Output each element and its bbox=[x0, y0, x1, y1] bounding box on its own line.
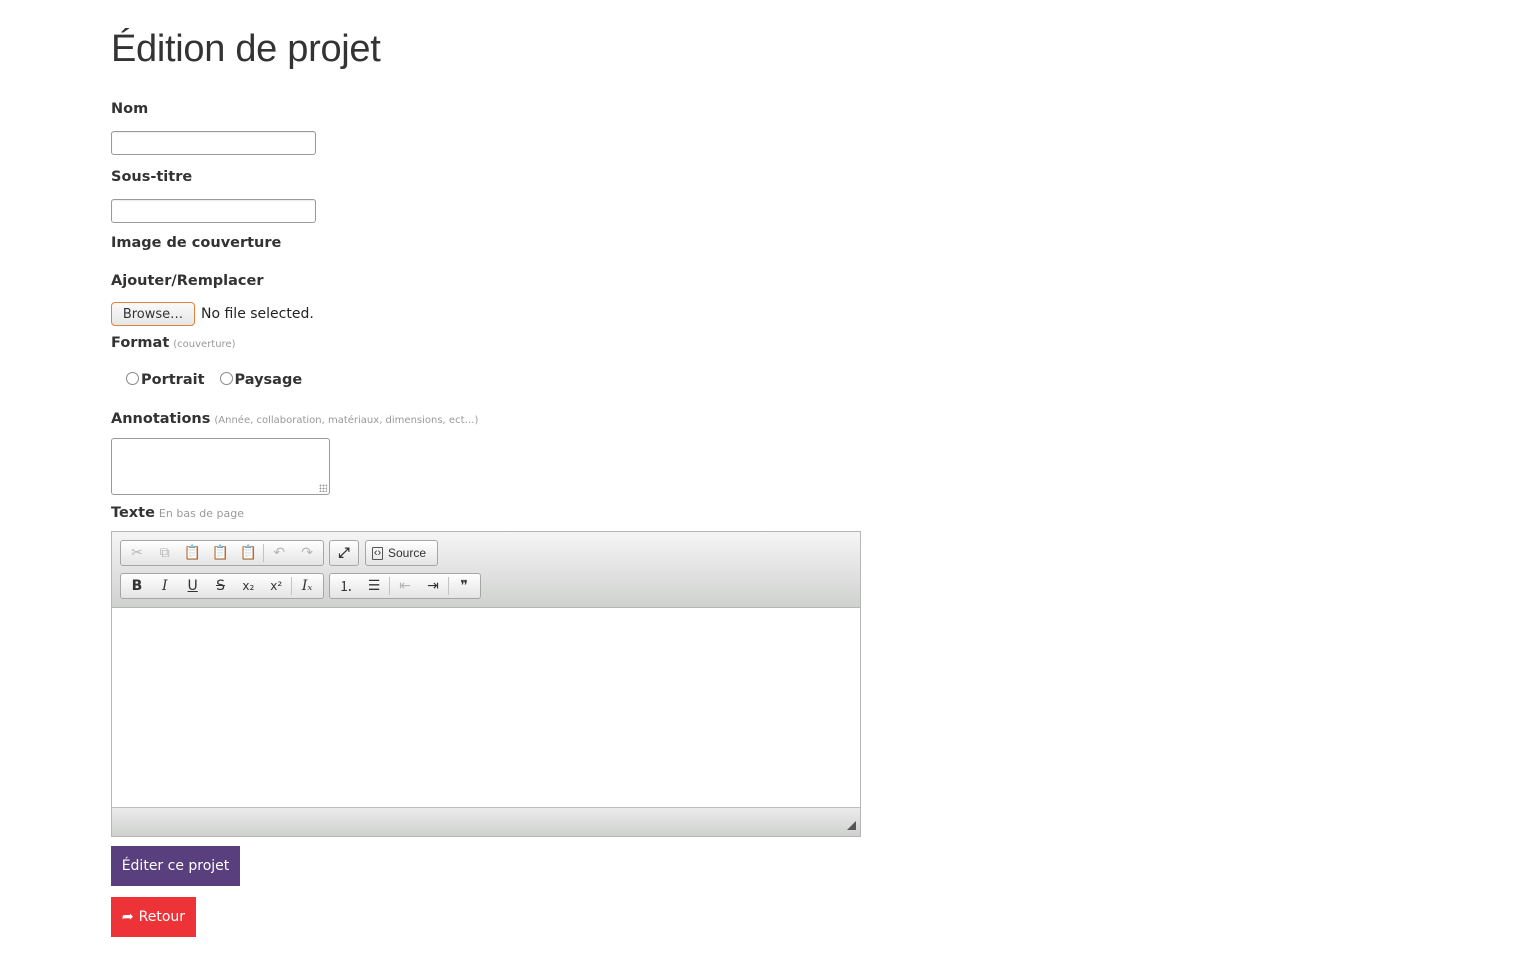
paysage-label[interactable]: Paysage bbox=[235, 372, 303, 388]
portrait-radio[interactable] bbox=[126, 372, 139, 385]
annotations-label-text: Annotations bbox=[111, 411, 211, 427]
undo-icon[interactable]: ↶ bbox=[265, 542, 293, 564]
copy-icon[interactable]: ⧉ bbox=[151, 542, 179, 564]
texte-label-text: Texte bbox=[111, 505, 155, 521]
redo-icon[interactable]: ↷ bbox=[293, 542, 321, 564]
maximize-icon[interactable]: ⤢ bbox=[330, 542, 358, 564]
format-radio-group: Portrait Paysage bbox=[126, 372, 317, 388]
annotations-label: Annotations (Année, collaboration, matéri… bbox=[111, 411, 478, 427]
nom-label: Nom bbox=[111, 101, 149, 117]
format-hint: (couverture) bbox=[173, 339, 236, 350]
underline-icon[interactable]: U bbox=[179, 575, 207, 597]
annotations-textarea[interactable] bbox=[111, 438, 330, 495]
numbered-list-icon[interactable]: ⒈ bbox=[332, 575, 360, 597]
texte-label: Texte En bas de page bbox=[111, 505, 244, 521]
toolbar-separator bbox=[263, 544, 265, 562]
share-arrow-icon: ➦ bbox=[121, 909, 134, 925]
source-button[interactable]: ‹› Source bbox=[366, 546, 432, 560]
blockquote-icon[interactable]: ❞ bbox=[450, 575, 478, 597]
source-icon: ‹› bbox=[372, 546, 383, 560]
back-button[interactable]: ➦ Retour bbox=[111, 897, 196, 937]
italic-icon[interactable]: I bbox=[151, 575, 179, 597]
outdent-icon[interactable]: ⇤ bbox=[391, 575, 419, 597]
textarea-resize-grip[interactable] bbox=[319, 484, 327, 492]
paysage-radio[interactable] bbox=[219, 372, 233, 385]
indent-icon[interactable]: ⇥ bbox=[419, 575, 447, 597]
editor-toolbar: ✂ ⧉ 📋 📋 📋 ↶ ↷ ⤢ ‹› Source B I U Sx₂ x² Iₓ ⒈ ☰ ⇤ ⇥ ❞ bbox=[112, 532, 860, 608]
cut-icon[interactable]: ✂ bbox=[123, 542, 151, 564]
source-toolbar-group: ‹› Source bbox=[365, 540, 438, 566]
bold-icon[interactable]: B bbox=[123, 575, 151, 597]
annotations-hint: (Année, collaboration, matériaux, dimens… bbox=[214, 415, 479, 426]
sous-titre-label: Sous-titre bbox=[111, 169, 193, 185]
toolbar-separator bbox=[291, 577, 293, 595]
editor-resize-icon[interactable] bbox=[847, 821, 856, 830]
strikethrough-icon[interactable]: S bbox=[207, 575, 235, 597]
image-couverture-label: Image de couverture bbox=[111, 235, 282, 251]
subscript-icon[interactable]: x₂ bbox=[234, 575, 262, 597]
list-toolbar-group: ⒈ ☰ ⇤ ⇥ ❞ bbox=[329, 573, 481, 599]
upload-label: Ajouter/Remplacer bbox=[111, 273, 264, 289]
paste-icon[interactable]: 📋 bbox=[179, 542, 207, 564]
texte-hint: En bas de page bbox=[158, 507, 245, 520]
page-title: Édition de projet bbox=[111, 28, 381, 70]
rich-text-editor: ✂ ⧉ 📋 📋 📋 ↶ ↷ ⤢ ‹› Source B I U Sx₂ x² Iₓ ⒈ ☰ ⇤ ⇥ ❞ bbox=[111, 531, 861, 837]
maximize-toolbar-group: ⤢ bbox=[329, 540, 359, 566]
editor-content-area[interactable] bbox=[112, 608, 860, 807]
source-label: Source bbox=[388, 546, 427, 560]
sous-titre-input[interactable] bbox=[111, 199, 316, 223]
toolbar-separator bbox=[389, 577, 390, 595]
toolbar-separator bbox=[448, 577, 449, 595]
format-label: Format (couverture) bbox=[111, 335, 236, 351]
paste-text-icon[interactable]: 📋 bbox=[207, 542, 235, 564]
clipboard-toolbar-group: ✂ ⧉ 📋 📋 📋 ↶ ↷ bbox=[120, 540, 324, 566]
superscript-icon[interactable]: x² bbox=[262, 575, 290, 597]
radio-paysage[interactable]: Paysage bbox=[219, 372, 303, 388]
format-toolbar-group: B I U Sx₂ x² Iₓ bbox=[120, 573, 324, 599]
portrait-label[interactable]: Portrait bbox=[141, 372, 205, 388]
file-upload: Browse… No file selected. bbox=[111, 302, 314, 326]
file-status: No file selected. bbox=[201, 306, 314, 322]
back-label: Retour bbox=[138, 909, 186, 925]
browse-button[interactable]: Browse… bbox=[111, 302, 195, 326]
radio-portrait[interactable]: Portrait bbox=[126, 372, 205, 388]
bulleted-list-icon[interactable]: ☰ bbox=[360, 575, 388, 597]
submit-button[interactable]: Éditer ce projet bbox=[111, 846, 240, 886]
paste-word-icon[interactable]: 📋 bbox=[234, 542, 262, 564]
remove-format-icon[interactable]: Iₓ bbox=[293, 575, 321, 597]
format-label-text: Format bbox=[111, 335, 170, 351]
editor-bottom-bar bbox=[112, 807, 860, 836]
nom-input[interactable] bbox=[111, 131, 316, 155]
